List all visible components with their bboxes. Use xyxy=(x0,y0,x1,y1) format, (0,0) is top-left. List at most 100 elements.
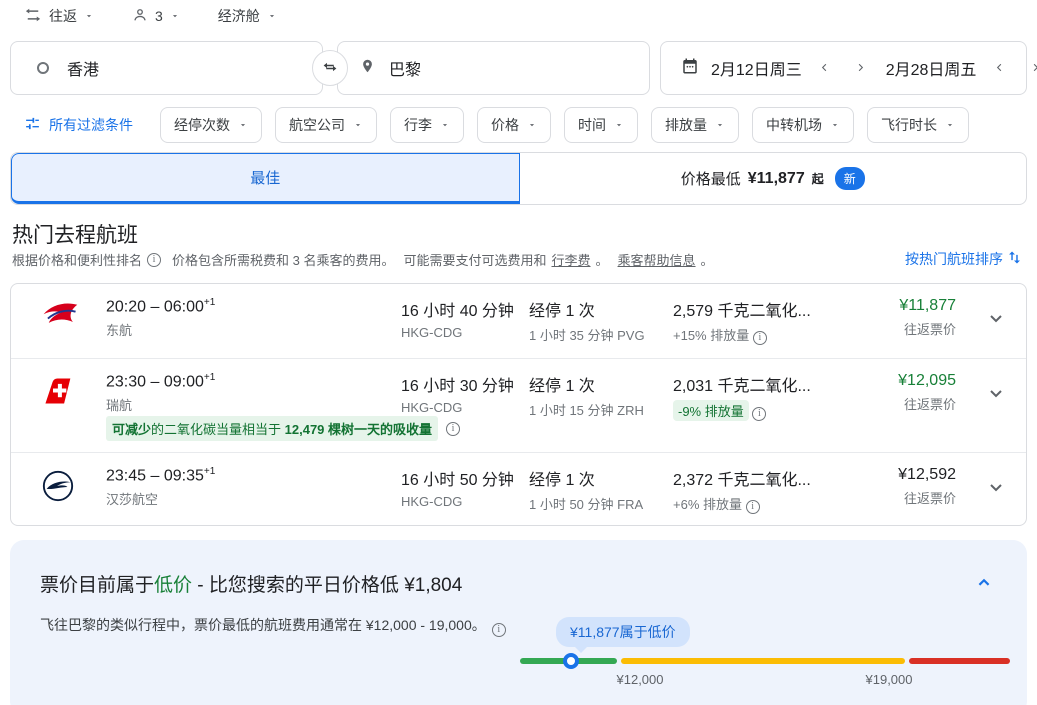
tab-cheapest-price: ¥11,877 xyxy=(748,170,805,188)
chevron-down-icon xyxy=(267,8,277,24)
flight-row-swiss[interactable]: 23:30 – 09:00+1 瑞航 16 小时 30 分钟 HKG-CDG 经… xyxy=(11,358,1026,452)
flight-price-block: ¥12,095 往返票价 xyxy=(898,372,956,413)
tune-filter-icon xyxy=(24,115,41,135)
expand-flight-button[interactable] xyxy=(984,475,1008,504)
trip-type-dropdown[interactable]: 往返 xyxy=(24,6,94,27)
tab-cheapest[interactable]: 价格最低 ¥11,877 起 新 xyxy=(520,153,1027,204)
info-icon[interactable] xyxy=(746,500,760,514)
destination-field[interactable]: 巴黎 xyxy=(337,41,650,95)
flight-layover: 1 小时 50 分钟 FRA xyxy=(529,494,669,513)
destination-value: 巴黎 xyxy=(389,56,421,80)
chip-label: 排放量 xyxy=(665,115,707,135)
info-icon[interactable] xyxy=(147,253,161,267)
eco-note: 可减少的二氧化碳当量相当于 12,479 棵树一天的吸收量 xyxy=(106,416,460,441)
flight-duration: 16 小时 30 分钟 xyxy=(401,372,526,396)
flight-stops: 经停 1 次 xyxy=(529,372,669,396)
chevron-right-icon xyxy=(855,61,866,76)
flight-route: HKG-CDG xyxy=(401,400,526,415)
chevron-right-icon xyxy=(1030,61,1037,76)
return-date[interactable]: 2月28日周五 xyxy=(886,56,977,80)
swap-locations-button[interactable] xyxy=(312,50,348,86)
flight-price-label: 往返票价 xyxy=(898,488,956,507)
passenger-count: 3 xyxy=(155,8,163,24)
filter-chip-emissions[interactable]: 排放量 xyxy=(651,107,739,143)
date-range-field: 2月12日周三 2月28日周五 xyxy=(660,41,1027,95)
chip-label: 行李 xyxy=(404,115,432,135)
return-date-prev-button[interactable] xyxy=(986,55,1012,81)
flight-emissions-delta: -9% 排放量 xyxy=(673,400,873,421)
price-range-slider: ¥11,877属于低价 ¥12,000 ¥19,000 xyxy=(520,608,1020,705)
chevron-down-icon xyxy=(84,8,94,24)
chevron-down-icon xyxy=(353,117,363,133)
flight-emissions: 2,031 千克二氧化... xyxy=(673,372,873,396)
cabin-class-label: 经济舱 xyxy=(218,6,260,26)
chip-label: 中转机场 xyxy=(766,115,822,135)
all-filters-button[interactable]: 所有过滤条件 xyxy=(24,115,133,135)
airline-name: 瑞航 xyxy=(106,395,386,414)
flight-duration: 16 小时 50 分钟 xyxy=(401,466,526,490)
tab-cheapest-suffix: 起 xyxy=(812,170,824,187)
origin-field[interactable]: 香港 xyxy=(10,41,323,95)
filter-chip-stops[interactable]: 经停次数 xyxy=(160,107,262,143)
filter-chip-price[interactable]: 价格 xyxy=(477,107,551,143)
price-insights-description: 飞往巴黎的类似行程中，票价最低的航班费用通常在 ¥12,000 - 19,000… xyxy=(40,614,508,637)
expand-flight-button[interactable] xyxy=(984,306,1008,335)
section-subtitle: 根据价格和便利性排名 价格包含所需税费和 3 名乘客的费用。 可能需要支付可选费… xyxy=(12,250,714,269)
filter-chip-airlines[interactable]: 航空公司 xyxy=(275,107,377,143)
price-tooltip: ¥11,877属于低价 xyxy=(556,617,690,647)
airline-logo-china-eastern xyxy=(41,301,79,336)
trip-options-bar: 往返 3 经济舱 xyxy=(24,4,277,28)
chevron-down-icon xyxy=(238,117,248,133)
flight-layover: 1 小时 35 分钟 PVG xyxy=(529,325,669,344)
filter-row: 所有过滤条件 经停次数 航空公司 行李 价格 时间 排放量 中转机场 xyxy=(24,107,969,143)
flight-emissions: 2,579 千克二氧化... xyxy=(673,297,873,321)
airline-name: 东航 xyxy=(106,320,386,339)
passenger-assistance-link[interactable]: 乘客帮助信息 xyxy=(618,250,696,269)
flight-row-lufthansa[interactable]: 23:45 – 09:35+1 汉莎航空 16 小时 50 分钟 HKG-CDG… xyxy=(11,452,1026,525)
round-trip-icon xyxy=(24,6,42,27)
optional-note: 可能需要支付可选费用和 xyxy=(403,250,546,269)
filter-chip-connecting-airports[interactable]: 中转机场 xyxy=(752,107,854,143)
flight-route: HKG-CDG xyxy=(401,494,526,509)
all-filters-label: 所有过滤条件 xyxy=(49,115,133,135)
results-tabbar: 最佳 价格最低 ¥11,877 起 新 xyxy=(10,152,1027,205)
collapse-panel-button[interactable] xyxy=(973,572,995,599)
depart-date[interactable]: 2月12日周三 xyxy=(711,56,802,80)
flight-emissions: 2,372 千克二氧化... xyxy=(673,466,873,490)
info-icon[interactable] xyxy=(752,407,766,421)
range-low-label: ¥12,000 xyxy=(590,672,690,687)
info-icon[interactable] xyxy=(753,331,767,345)
flight-stops: 经停 1 次 xyxy=(529,297,669,321)
filter-chip-times[interactable]: 时间 xyxy=(564,107,638,143)
section-title: 热门去程航班 xyxy=(12,219,138,249)
expand-flight-button[interactable] xyxy=(984,381,1008,410)
sort-arrows-icon xyxy=(1006,249,1023,269)
sort-label: 按热门航班排序 xyxy=(905,249,1003,269)
flight-row-china-eastern[interactable]: 20:20 – 06:00+1 东航 16 小时 40 分钟 HKG-CDG 经… xyxy=(11,284,1026,358)
flight-times: 23:30 – 09:00+1 xyxy=(106,372,386,391)
chip-label: 飞行时长 xyxy=(881,115,937,135)
filter-chip-duration[interactable]: 飞行时长 xyxy=(867,107,969,143)
flight-list: 20:20 – 06:00+1 东航 16 小时 40 分钟 HKG-CDG 经… xyxy=(10,283,1027,526)
slider-typical-segment xyxy=(621,658,905,664)
tab-best[interactable]: 最佳 xyxy=(11,153,520,204)
flight-emissions-delta: +6% 排放量 xyxy=(673,494,873,514)
flight-price-label: 往返票价 xyxy=(899,319,956,338)
return-date-next-button[interactable] xyxy=(1022,55,1037,81)
chevron-down-icon xyxy=(170,8,180,24)
info-icon[interactable] xyxy=(446,422,460,436)
depart-date-next-button[interactable] xyxy=(848,55,874,81)
info-icon[interactable] xyxy=(492,623,506,637)
filter-chip-bags[interactable]: 行李 xyxy=(390,107,464,143)
cabin-class-dropdown[interactable]: 经济舱 xyxy=(218,6,277,26)
baggage-fees-link[interactable]: 行李费 xyxy=(552,250,591,269)
passengers-dropdown[interactable]: 3 xyxy=(132,7,180,26)
sort-button[interactable]: 按热门航班排序 xyxy=(905,249,1023,269)
chip-label: 价格 xyxy=(491,115,519,135)
depart-date-prev-button[interactable] xyxy=(812,55,838,81)
flight-price-label: 往返票价 xyxy=(898,394,956,413)
chip-label: 航空公司 xyxy=(289,115,345,135)
chip-label: 时间 xyxy=(578,115,606,135)
new-badge: 新 xyxy=(835,167,865,190)
origin-value: 香港 xyxy=(67,56,99,80)
